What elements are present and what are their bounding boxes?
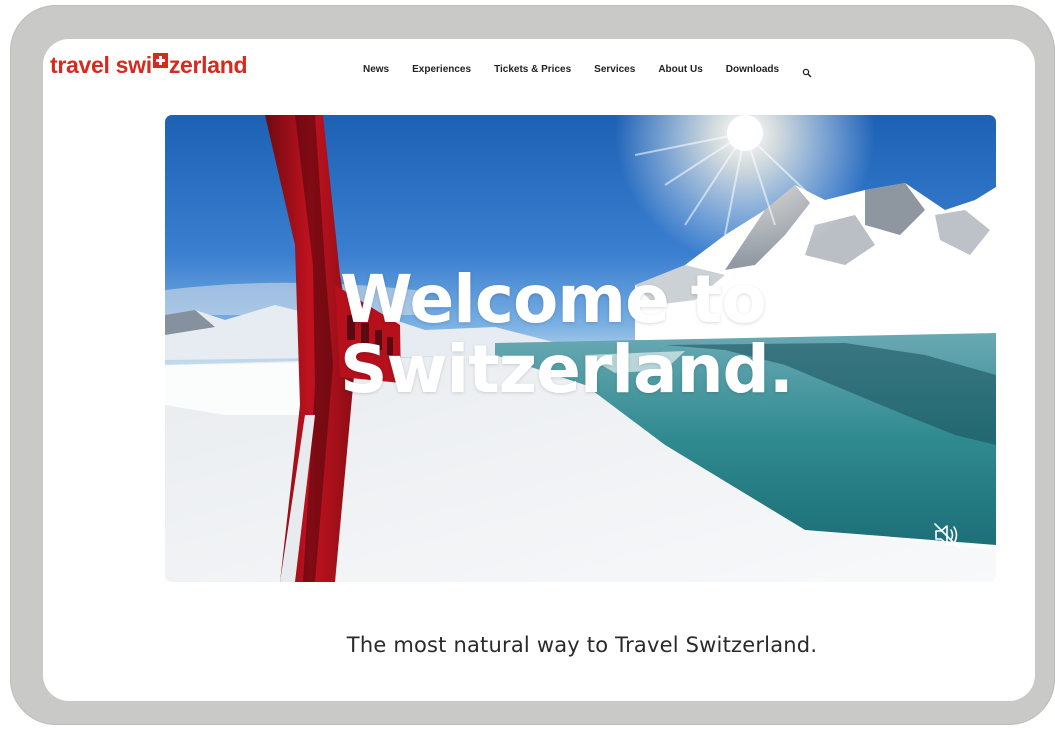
swiss-flag-icon <box>152 53 168 68</box>
mute-toggle-button[interactable] <box>929 517 965 553</box>
hero-headline-line2: Switzerland. <box>340 331 794 408</box>
tagline: The most natural way to Travel Switzerla… <box>346 633 818 657</box>
nav-experiences[interactable]: Experiences <box>412 64 471 75</box>
hero-headline: Welcome to Switzerland. <box>340 265 860 405</box>
hero-headline-line1: Welcome to <box>340 261 767 338</box>
speaker-muted-icon <box>934 523 960 549</box>
nav-news[interactable]: News <box>363 64 389 75</box>
nav-tickets-prices[interactable]: Tickets & Prices <box>494 64 571 75</box>
nav-about-us[interactable]: About Us <box>658 64 702 75</box>
nav-services[interactable]: Services <box>594 64 635 75</box>
logo-text-right: zerland <box>168 52 248 78</box>
logo-text-left: travel swi <box>50 52 152 78</box>
nav-downloads[interactable]: Downloads <box>726 64 779 75</box>
hero-video[interactable]: Welcome to Switzerland. <box>165 115 996 582</box>
search-icon[interactable] <box>802 65 812 77</box>
main-nav: News Experiences Tickets & Prices Servic… <box>363 64 812 77</box>
website-screen: travel swi zerland News Experiences Tick… <box>43 39 1035 701</box>
travel-switzerland-logo[interactable]: travel swi zerland <box>50 52 248 79</box>
